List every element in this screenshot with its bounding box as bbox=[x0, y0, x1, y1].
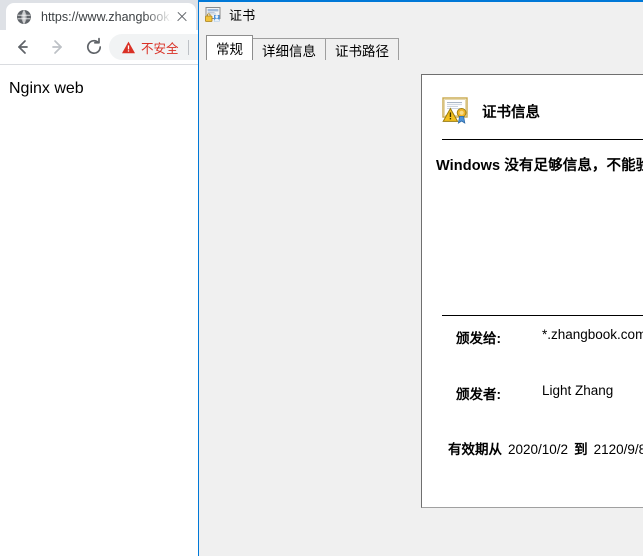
issued-to-value: *.zhangbook.com bbox=[542, 327, 643, 342]
issued-to-label: 颁发给: bbox=[456, 331, 501, 346]
validity-to-value: 2120/9/8 bbox=[593, 442, 643, 457]
validity-from-value: 2020/10/2 bbox=[508, 442, 569, 457]
page-body-text: Nginx web bbox=[9, 80, 84, 97]
close-icon[interactable] bbox=[174, 9, 190, 25]
certificate-information-label: 证书信息 bbox=[482, 104, 540, 121]
security-status-label: 不安全 bbox=[141, 41, 179, 56]
forward-arrow-icon[interactable] bbox=[44, 33, 72, 61]
screenshot-root: https://www.zhangbook.com bbox=[0, 0, 643, 556]
globe-icon bbox=[16, 9, 32, 25]
omnibox-divider bbox=[187, 39, 189, 55]
tab-certification-path[interactable]: 证书路径 bbox=[325, 38, 399, 60]
divider-middle bbox=[442, 315, 643, 316]
tab-details[interactable]: 详细信息 bbox=[252, 38, 326, 60]
validation-status-message: Windows 没有足够信息，不能验证该证书。 bbox=[436, 158, 643, 174]
certificate-warning-icon bbox=[442, 97, 472, 125]
validity-separator-label: 到 bbox=[574, 442, 588, 457]
issued-by-value: Light Zhang bbox=[542, 383, 614, 398]
certificate-information-header: 证书信息 bbox=[442, 97, 540, 125]
certificate-dialog: 证书 常规 详细信息 证书路径 证书信息 Windows 没有足够信息，不能 颁… bbox=[198, 0, 643, 556]
browser-tab[interactable]: https://www.zhangbook.com bbox=[6, 3, 196, 30]
dialog-title-bar: 证书 bbox=[199, 2, 643, 26]
certificate-icon bbox=[205, 6, 222, 22]
validity-prefix-label: 有效期从 bbox=[448, 442, 502, 457]
validity-period-row: 有效期从 2020/10/2 到 2120/9/8 bbox=[448, 438, 643, 458]
tab-general[interactable]: 常规 bbox=[206, 35, 253, 60]
browser-tab-title: https://www.zhangbook.com bbox=[41, 9, 172, 24]
general-tab-panel: 证书信息 Windows 没有足够信息，不能验证该证书。 颁发给: *.zhan… bbox=[421, 74, 643, 508]
reload-icon[interactable] bbox=[80, 33, 108, 61]
dialog-title: 证书 bbox=[229, 7, 256, 23]
back-arrow-icon[interactable] bbox=[8, 33, 36, 61]
warning-triangle-icon[interactable] bbox=[121, 40, 141, 55]
dialog-tab-strip: 常规 详细信息 证书路径 bbox=[206, 35, 399, 60]
divider-top bbox=[442, 139, 643, 140]
issued-by-label: 颁发者: bbox=[456, 387, 501, 402]
